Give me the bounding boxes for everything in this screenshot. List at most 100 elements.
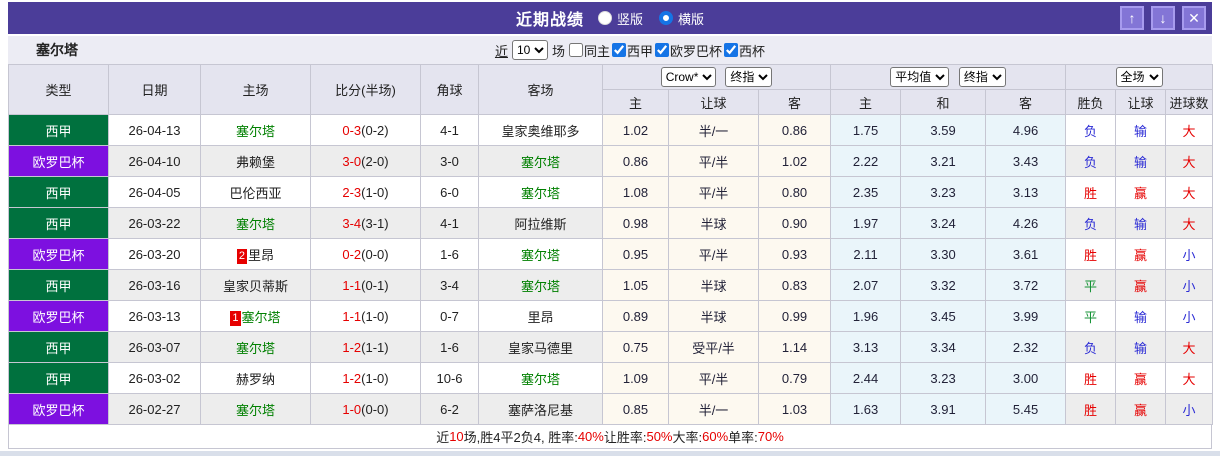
- avg-home-odds: 1.97: [830, 207, 902, 239]
- match-date: 26-03-13: [108, 300, 201, 332]
- result-goals: 大: [1165, 331, 1214, 363]
- handicap-line: 半球: [668, 207, 759, 239]
- handicap-home-odds: 0.95: [602, 238, 669, 270]
- handicap-line: 半/一: [668, 393, 759, 425]
- fulltime-select[interactable]: 全场: [1115, 67, 1163, 87]
- summary-segment: 单率:: [728, 430, 758, 445]
- handicap-away-odds: 0.80: [757, 176, 832, 208]
- layout-mode-group: 竖版 横版: [597, 9, 704, 28]
- summary-row: 近 10 场,胜4平2负4, 胜率: 40% 让胜率: 50% 大率: 60% 单率: 70…: [8, 425, 1212, 449]
- away-team: 塞萨洛尼基: [478, 393, 603, 425]
- odds-stage-select-1[interactable]: 终指: [725, 67, 773, 87]
- sub-header-avg-away: 客: [985, 89, 1067, 115]
- table-row: 西甲 26-03-07 塞尔塔 1-2(1-1) 1-6 皇家马德里 0.75 受平/半 1.1…: [8, 331, 1214, 363]
- match-score: 0-3(0-2): [310, 114, 421, 146]
- sub-header-avg-draw: 和: [900, 89, 987, 115]
- match-score: 2-3(1-0): [310, 176, 421, 208]
- recent-count-select[interactable]: 10: [511, 40, 548, 60]
- layout-radio-horizontal[interactable]: 横版: [659, 9, 704, 28]
- away-team: 塞尔塔: [478, 269, 603, 301]
- result-goals: 小: [1165, 300, 1214, 332]
- away-team-name: 塞尔塔: [520, 371, 560, 387]
- corner-score: 1-6: [420, 238, 479, 270]
- summary-segment: 近: [436, 430, 450, 445]
- filter-checkbox-欧罗巴杯[interactable]: 欧罗巴杯: [655, 41, 722, 60]
- layout-radio-vertical[interactable]: 竖版: [597, 9, 643, 28]
- handicap-home-odds: 1.09: [602, 362, 669, 394]
- result-winloss: 胜: [1065, 393, 1117, 425]
- corner-score: 1-6: [420, 331, 479, 363]
- odds-stage-select-2[interactable]: 终指: [958, 67, 1006, 87]
- checkbox-icon[interactable]: [568, 43, 583, 57]
- handicap-line: 平/半: [668, 238, 759, 270]
- result-goals: 大: [1165, 176, 1214, 208]
- move-up-button[interactable]: ↑: [1120, 6, 1144, 30]
- league-badge: 欧罗巴杯: [8, 238, 109, 270]
- result-winloss: 负: [1065, 114, 1117, 146]
- average-select[interactable]: 平均值: [890, 67, 950, 87]
- match-score: 3-0(2-0): [310, 145, 421, 177]
- checkbox-icon[interactable]: [724, 43, 739, 57]
- handicap-away-odds: 0.99: [757, 300, 832, 332]
- handicap-line: 平/半: [668, 145, 759, 177]
- radio-label: 横版: [678, 11, 705, 27]
- table-row: 西甲 26-03-16 皇家贝蒂斯 1-1(0-1) 3-4 塞尔塔 1.05 半球 0.83 2…: [8, 269, 1214, 301]
- bookmaker-select[interactable]: Crow*: [660, 67, 716, 87]
- result-goals: 小: [1165, 393, 1214, 425]
- result-handicap: 输: [1115, 114, 1167, 146]
- avg-away-odds: 3.43: [985, 145, 1067, 177]
- filter-controls: 近 10 场 同主 西甲 欧罗巴杯 西杯: [495, 40, 765, 60]
- avg-home-odds: 1.75: [830, 114, 902, 146]
- recent-link[interactable]: 近: [495, 41, 508, 60]
- summary-segment: 50%: [646, 429, 673, 444]
- avg-home-odds: 1.96: [830, 300, 902, 332]
- move-down-button[interactable]: ↓: [1151, 6, 1175, 30]
- avg-draw-odds: 3.30: [900, 238, 987, 270]
- checkbox-icon[interactable]: [612, 43, 626, 57]
- fulltime-score: 1-1: [342, 308, 362, 324]
- handicap-line: 平/半: [668, 362, 759, 394]
- away-team: 塞尔塔: [478, 145, 603, 177]
- arrow-up-icon: ↑: [1128, 10, 1136, 26]
- avg-draw-odds: 3.23: [900, 176, 987, 208]
- checkbox-label: 西杯: [739, 43, 766, 59]
- away-team-name: 皇家马德里: [507, 340, 573, 356]
- halftime-score: (1-0): [361, 184, 389, 200]
- radio-icon[interactable]: [597, 11, 612, 25]
- col-header-score: 比分(半场): [310, 64, 421, 115]
- checkbox-icon[interactable]: [655, 43, 670, 57]
- match-date: 26-04-13: [108, 114, 201, 146]
- away-team-name: 阿拉维斯: [514, 216, 567, 232]
- avg-away-odds: 4.96: [985, 114, 1067, 146]
- col-header-date: 日期: [108, 64, 201, 115]
- panel-title: 近期战绩: [515, 12, 584, 29]
- corner-score: 6-2: [420, 393, 479, 425]
- away-team-name: 皇家奥维耶多: [501, 123, 580, 139]
- bottom-strip: [0, 451, 1220, 456]
- result-goals: 大: [1165, 145, 1214, 177]
- fulltime-score: 1-1: [342, 277, 362, 293]
- home-team: 巴伦西亚: [200, 176, 311, 208]
- handicap-away-odds: 1.03: [757, 393, 832, 425]
- away-team-name: 塞尔塔: [520, 185, 560, 201]
- handicap-away-odds: 0.79: [757, 362, 832, 394]
- radio-icon[interactable]: [659, 11, 673, 25]
- summary-segment: 60%: [702, 429, 729, 444]
- away-team-name: 塞尔塔: [520, 154, 560, 170]
- handicap-line: 受平/半: [668, 331, 759, 363]
- filter-checkbox-西甲[interactable]: 西甲: [612, 41, 653, 60]
- handicap-line: 半球: [668, 300, 759, 332]
- sub-header-handicap-home: 主: [602, 89, 669, 115]
- league-badge: 欧罗巴杯: [8, 145, 109, 177]
- match-score: 3-4(3-1): [310, 207, 421, 239]
- league-badge: 西甲: [8, 269, 109, 301]
- handicap-home-odds: 0.85: [602, 393, 669, 425]
- home-team: 塞尔塔: [200, 393, 311, 425]
- close-button[interactable]: ✕: [1182, 6, 1206, 30]
- result-winloss: 负: [1065, 207, 1117, 239]
- filter-checkbox-西杯[interactable]: 西杯: [724, 41, 765, 60]
- away-team-name: 里昂: [527, 309, 554, 325]
- halftime-score: (0-0): [361, 401, 389, 417]
- filter-checkbox-同主[interactable]: 同主: [568, 41, 610, 60]
- league-badge: 欧罗巴杯: [8, 393, 109, 425]
